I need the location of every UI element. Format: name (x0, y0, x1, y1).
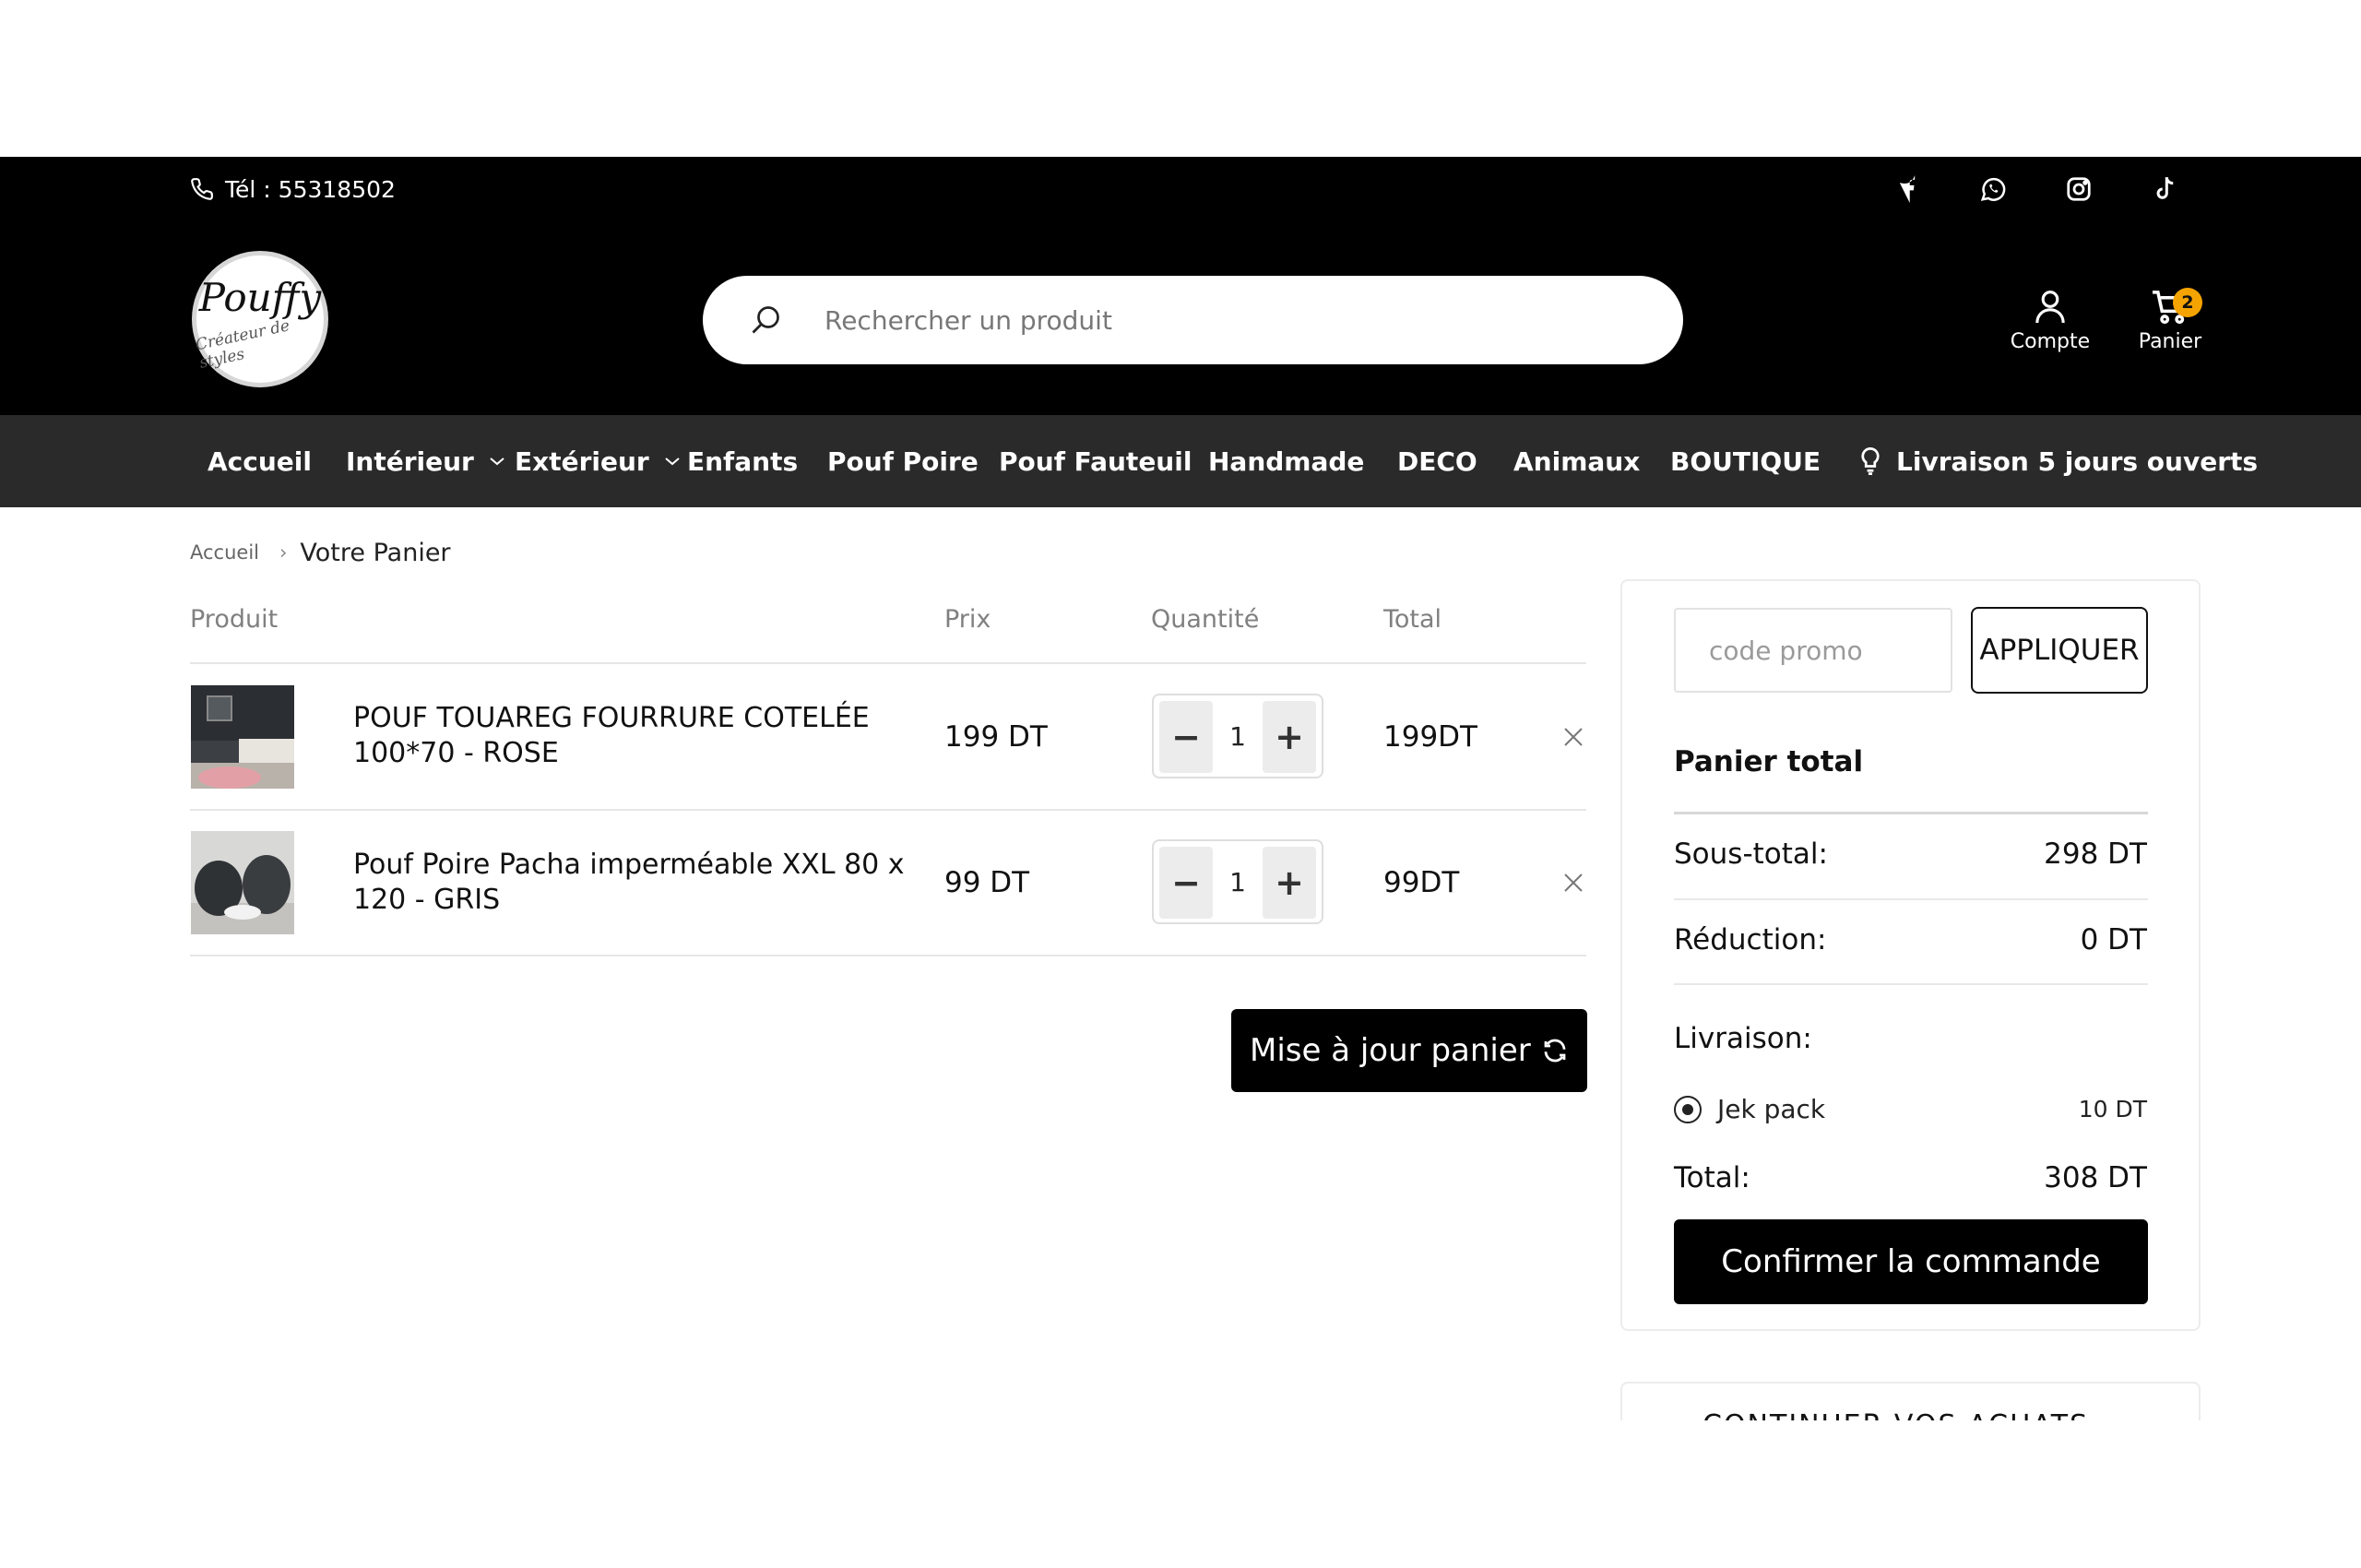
discount-label: Réduction: (1674, 923, 1827, 956)
increase-quantity-button[interactable]: + (1263, 701, 1316, 773)
product-name[interactable]: POUF TOUAREG FOURRURE COTELÉE 100*70 - R… (353, 701, 925, 771)
phone-number: Tél : 55318502 (225, 175, 396, 203)
increase-quantity-button[interactable]: + (1263, 847, 1316, 919)
summary-title: Panier total (1674, 745, 1864, 778)
nav-item-label: Accueil (208, 445, 312, 477)
phone-contact[interactable]: Tél : 55318502 (190, 173, 396, 205)
shipping-radio[interactable] (1674, 1096, 1702, 1123)
shipping-option-price: 10 DT (2078, 1095, 2147, 1123)
nav-item-pouf-fauteuil[interactable]: Pouf Fauteuil (999, 434, 1192, 489)
remove-item-button[interactable] (1557, 720, 1590, 754)
nav-item-label: Extérieur (515, 445, 649, 477)
nav-item-label: Animaux (1513, 445, 1641, 477)
shipping-label: Livraison: (1674, 1022, 1812, 1055)
nav-item-deco[interactable]: DECO (1397, 434, 1477, 489)
search-bar (703, 276, 1683, 364)
instagram-icon[interactable] (2060, 173, 2097, 205)
nav-item-pouf-poire[interactable]: Pouf Poire (827, 434, 979, 489)
nav-item-exterieur[interactable]: Extérieur (515, 434, 681, 489)
account-label: Compte (2010, 330, 2091, 353)
phone-icon (191, 178, 213, 200)
total-label: Total: (1674, 1161, 1750, 1194)
nav-item-label: Enfants (687, 445, 799, 477)
cart-label: Panier (2138, 330, 2202, 353)
delivery-text: Livraison 5 jours ouverts (1896, 445, 2259, 477)
divider (190, 662, 1586, 664)
tiktok-icon[interactable] (2146, 173, 2183, 205)
product-thumbnail[interactable] (191, 831, 294, 934)
close-icon (1564, 728, 1583, 746)
decrease-quantity-button[interactable]: − (1159, 701, 1213, 773)
chevron-down-icon (490, 457, 504, 466)
nav-item-label: Pouf Poire (827, 445, 979, 477)
column-header-price: Prix (944, 605, 991, 634)
account-button[interactable]: Compte (1999, 290, 2101, 363)
subtotal-value: 298 DT (2044, 837, 2147, 871)
quantity-value[interactable]: 1 (1215, 860, 1261, 904)
site-logo[interactable]: Pouffy Créateur de styles (192, 251, 328, 387)
product-price: 99 DT (944, 866, 1030, 899)
product-name[interactable]: Pouf Poire Pacha imperméable XXL 80 x 12… (353, 848, 925, 918)
nav-item-label: DECO (1397, 445, 1477, 477)
update-cart-button[interactable]: Mise à jour panier (1231, 1009, 1587, 1092)
viewport-bottom (0, 1420, 2361, 1568)
line-total: 199DT (1383, 720, 1477, 754)
nav-item-label: BOUTIQUE (1670, 445, 1821, 477)
promo-code-input[interactable] (1674, 608, 1952, 693)
continue-shopping-label: CONTINUER VOS ACHATS (1703, 1408, 2089, 1420)
divider (190, 955, 1586, 956)
divider (1674, 812, 2148, 814)
subtotal-label: Sous-total: (1674, 837, 1828, 871)
breadcrumb-current: Votre Panier (300, 538, 451, 567)
chevron-down-icon (665, 457, 680, 466)
delivery-info: Livraison 5 jours ouverts (1861, 434, 2258, 489)
update-cart-label: Mise à jour panier (1250, 1032, 1531, 1069)
breadcrumb: Accueil › Votre Panier (190, 537, 451, 568)
column-header-quantity: Quantité (1151, 605, 1260, 634)
divider (1674, 898, 2148, 900)
divider (1674, 983, 2148, 985)
chevron-right-icon: › (279, 541, 288, 564)
close-icon (1564, 873, 1583, 892)
quantity-value[interactable]: 1 (1215, 714, 1261, 758)
product-thumbnail[interactable] (191, 685, 294, 789)
lightbulb-icon (1861, 447, 1880, 475)
confirm-order-button[interactable]: Confirmer la commande (1674, 1219, 2148, 1304)
line-total: 99DT (1383, 866, 1460, 899)
column-header-product: Produit (190, 605, 279, 634)
quantity-stepper: − 1 + (1152, 839, 1323, 924)
divider (190, 809, 1586, 811)
nav-item-accueil[interactable]: Accueil (208, 434, 312, 489)
decrease-quantity-button[interactable]: − (1159, 847, 1213, 919)
apply-promo-button[interactable]: APPLIQUER (1971, 607, 2148, 694)
column-header-total: Total (1383, 605, 1442, 634)
cart-button[interactable]: Panier (2119, 290, 2221, 363)
nav-item-label: Pouf Fauteuil (999, 445, 1192, 477)
whatsapp-icon[interactable] (1975, 173, 2011, 205)
nav-item-boutique[interactable]: BOUTIQUE (1670, 434, 1821, 489)
nav-item-label: Handmade (1208, 445, 1365, 477)
nav-item-enfants[interactable]: Enfants (687, 434, 798, 489)
search-icon[interactable] (749, 303, 782, 337)
shipping-option-name[interactable]: Jek pack (1717, 1092, 1825, 1125)
nav-item-handmade[interactable]: Handmade (1208, 434, 1364, 489)
search-input[interactable] (825, 294, 1636, 346)
refresh-icon (1544, 1039, 1566, 1063)
cart-count-badge: 2 (2173, 288, 2202, 317)
user-icon (2035, 291, 2065, 324)
discount-value: 0 DT (2080, 923, 2147, 956)
facebook-icon[interactable] (1889, 173, 1926, 205)
nav-item-label: Intérieur (346, 445, 474, 477)
product-price: 199 DT (944, 720, 1048, 754)
nav-item-animaux[interactable]: Animaux (1513, 434, 1640, 489)
remove-item-button[interactable] (1557, 866, 1590, 899)
nav-item-interieur[interactable]: Intérieur (346, 434, 505, 489)
total-value: 308 DT (2044, 1161, 2147, 1194)
breadcrumb-home[interactable]: Accueil (190, 541, 259, 564)
logo-text: Pouffy (198, 275, 322, 320)
quantity-stepper: − 1 + (1152, 694, 1323, 778)
